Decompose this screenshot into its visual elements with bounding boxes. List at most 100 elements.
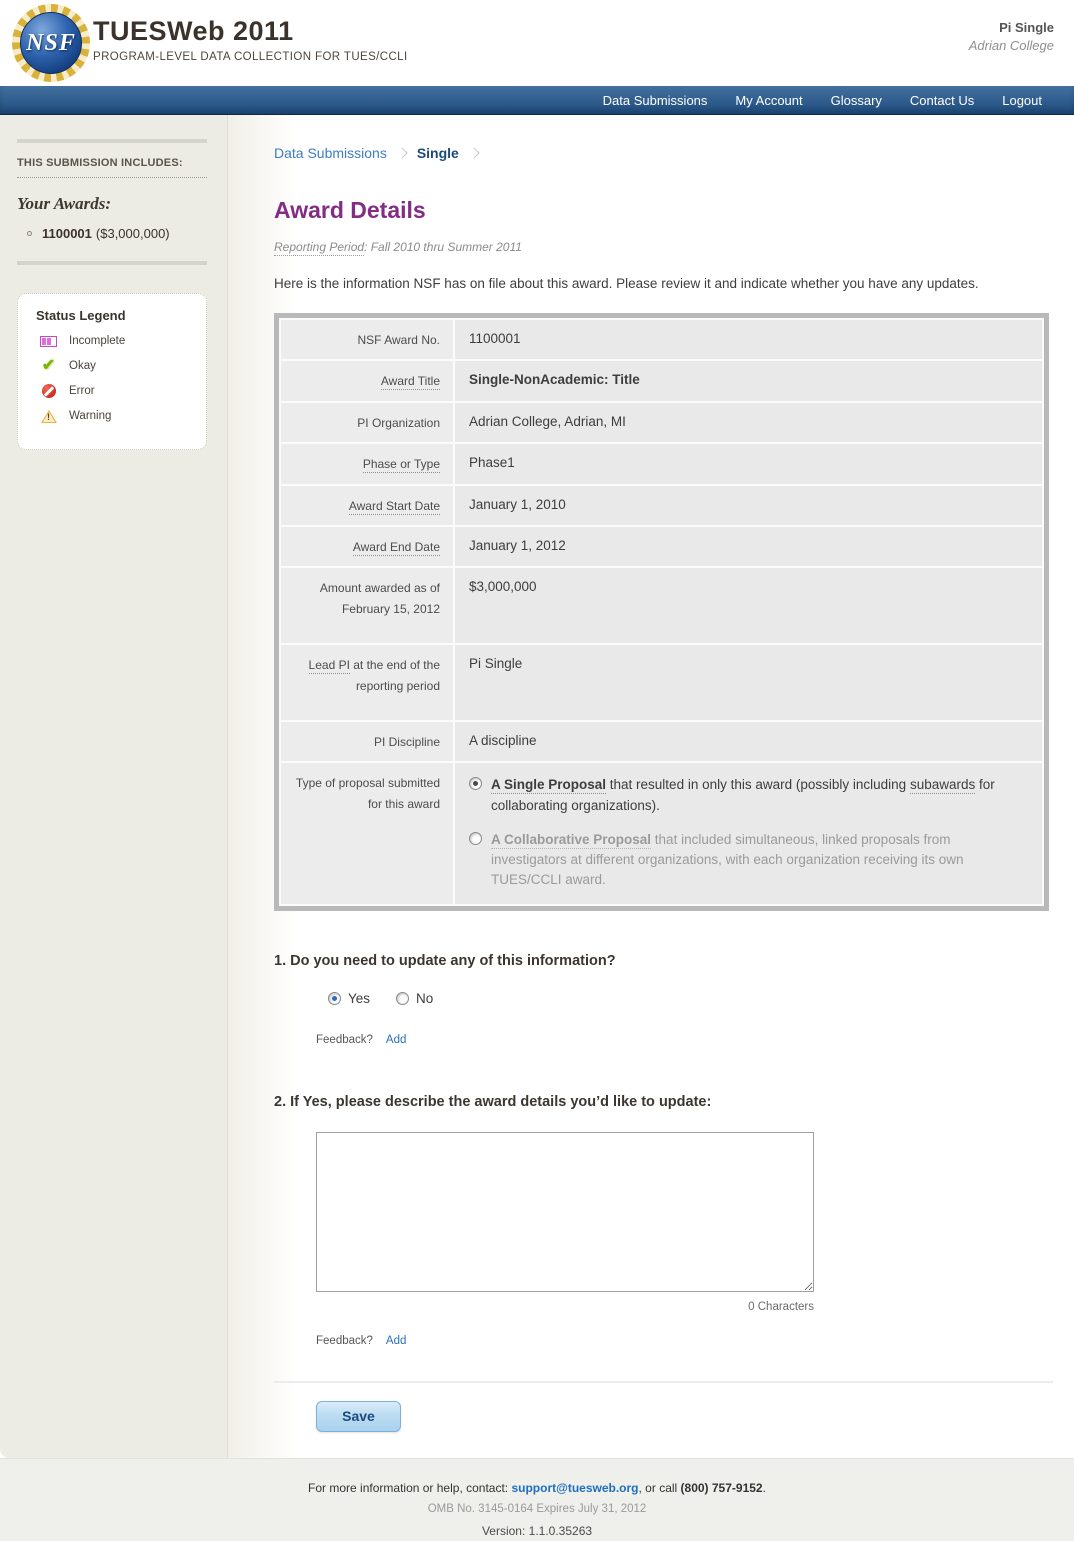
reporting-period-label: Reporting Period: [274, 240, 364, 256]
legend-label: Error: [69, 385, 95, 397]
nav-item-glossary[interactable]: Glossary: [817, 86, 896, 115]
legend-label: Incomplete: [69, 335, 125, 347]
nav-item-contact-us[interactable]: Contact Us: [896, 86, 988, 115]
breadcrumb: Data Submissions Single: [274, 145, 1053, 161]
subawards-term: subawards: [910, 777, 975, 794]
row-label: Type of proposal submitted for this awar…: [281, 763, 453, 903]
option-title: A Collaborative Proposal: [491, 832, 651, 849]
award-number[interactable]: 1100001: [42, 226, 92, 241]
incomplete-icon: [40, 333, 57, 349]
warning-icon: [40, 408, 57, 424]
section-divider: [274, 1381, 1053, 1383]
feedback-row: Feedback? Add: [316, 1034, 1053, 1046]
option-collaborative-proposal: A Collaborative Proposal that included s…: [469, 830, 1012, 891]
nsf-logo-globe: NSF: [20, 12, 82, 74]
legend-label: Okay: [69, 360, 96, 372]
footer-contact-line: For more information or help, contact: s…: [0, 1481, 1074, 1495]
table-row: Award End Date January 1, 2012: [281, 527, 1042, 566]
legend-label: Warning: [69, 410, 111, 422]
support-phone: (800) 757-9152: [681, 1481, 763, 1495]
table-row: Lead PI at the end of the reporting peri…: [281, 645, 1042, 720]
row-value: 1100001: [455, 320, 1042, 359]
legend-row-error: Error: [40, 383, 194, 399]
award-amount: ($3,000,000): [96, 226, 170, 241]
omb-line: OMB No. 3145-0164 Expires July 31, 2012: [0, 1503, 1074, 1515]
table-row: PI Organization Adrian College, Adrian, …: [281, 403, 1042, 442]
row-label: Lead PI at the end of the reporting peri…: [281, 645, 453, 720]
row-value: Phase1: [455, 444, 1042, 483]
submission-includes-heading: THIS SUBMISSION INCLUDES:: [17, 157, 207, 169]
feedback-row: Feedback? Add: [316, 1335, 1053, 1347]
dotted-divider: [17, 177, 207, 178]
row-value: A discipline: [455, 722, 1042, 761]
main-nav: Data Submissions My Account Glossary Con…: [0, 86, 1074, 115]
collaborative-proposal-radio[interactable]: [469, 832, 482, 845]
chevron-right-icon: [396, 147, 407, 158]
feedback-add-link[interactable]: Add: [386, 1335, 406, 1347]
status-legend: Status Legend Incomplete ✔ Okay Error Wa…: [17, 293, 207, 450]
nsf-logo: NSF: [12, 4, 90, 82]
legend-row-okay: ✔ Okay: [40, 358, 194, 374]
feedback-label: Feedback?: [316, 1335, 373, 1347]
row-value: Single-NonAcademic: Title: [455, 361, 1042, 400]
row-label: Award Start Date: [281, 486, 453, 525]
feedback-add-link[interactable]: Add: [386, 1034, 406, 1046]
page-title: Award Details: [274, 197, 1053, 224]
sidebar-divider-bar: [17, 139, 207, 143]
table-row: Award Start Date January 1, 2010: [281, 486, 1042, 525]
row-label: Award End Date: [281, 527, 453, 566]
table-row: Award Title Single-NonAcademic: Title: [281, 361, 1042, 400]
proposal-options: A Single Proposal that resulted in only …: [455, 763, 1042, 903]
version-line: Version: 1.1.0.35263: [0, 1524, 1074, 1538]
reporting-period: Reporting Period: Fall 2010 thru Summer …: [274, 240, 1053, 254]
no-radio[interactable]: [396, 992, 409, 1005]
row-label: PI Discipline: [281, 722, 453, 761]
table-row: PI Discipline A discipline: [281, 722, 1042, 761]
status-legend-title: Status Legend: [36, 308, 194, 323]
nav-item-my-account[interactable]: My Account: [721, 86, 816, 115]
character-count: 0 Characters: [316, 1301, 814, 1313]
option-single-proposal: A Single Proposal that resulted in only …: [469, 775, 1012, 816]
error-icon: [40, 383, 57, 399]
page-footer: For more information or help, contact: s…: [0, 1458, 1074, 1541]
sidebar-award-item[interactable]: 1100001 ($3,000,000): [27, 226, 207, 241]
bullet-icon: [27, 231, 32, 236]
table-row: Amount awarded as of February 15, 2012 $…: [281, 568, 1042, 643]
no-label[interactable]: No: [416, 991, 433, 1006]
user-info: Pi Single Adrian College: [969, 20, 1054, 53]
update-description-textarea[interactable]: [316, 1132, 814, 1292]
question-1-heading: 1. Do you need to update any of this inf…: [274, 953, 1053, 969]
app-subtitle: PROGRAM-LEVEL DATA COLLECTION FOR TUES/C…: [93, 51, 408, 63]
main-panel: Data Submissions Single Award Details Re…: [228, 115, 1074, 1458]
breadcrumb-data-submissions[interactable]: Data Submissions: [274, 145, 387, 161]
sidebar-divider-bar: [17, 261, 207, 265]
nsf-logo-text: NSF: [26, 30, 76, 57]
yes-radio[interactable]: [328, 992, 341, 1005]
save-button[interactable]: Save: [316, 1401, 401, 1432]
nav-item-data-submissions[interactable]: Data Submissions: [589, 86, 722, 115]
nav-item-logout[interactable]: Logout: [988, 86, 1056, 115]
legend-row-incomplete: Incomplete: [40, 333, 194, 349]
app-header: NSF TUESWeb 2011 PROGRAM-LEVEL DATA COLL…: [0, 0, 1074, 86]
chevron-right-icon: [468, 147, 479, 158]
okay-icon: ✔: [40, 358, 57, 374]
app-titles: TUESWeb 2011 PROGRAM-LEVEL DATA COLLECTI…: [93, 16, 408, 63]
question-1-radio-group: Yes No: [328, 991, 1053, 1006]
feedback-label: Feedback?: [316, 1034, 373, 1046]
save-row: Save: [316, 1401, 1053, 1458]
page: NSF TUESWeb 2011 PROGRAM-LEVEL DATA COLL…: [0, 0, 1074, 1541]
single-proposal-radio[interactable]: [469, 777, 482, 790]
yes-label[interactable]: Yes: [348, 991, 370, 1006]
user-organization: Adrian College: [969, 38, 1054, 53]
user-name: Pi Single: [969, 20, 1054, 35]
question-2-heading: 2. If Yes, please describe the award det…: [274, 1094, 1053, 1110]
row-value: January 1, 2010: [455, 486, 1042, 525]
award-details-table: NSF Award No. 1100001 Award Title Single…: [274, 313, 1049, 911]
table-row: Phase or Type Phase1: [281, 444, 1042, 483]
support-email-link[interactable]: support@tuesweb.org: [511, 1481, 638, 1495]
app-title: TUESWeb 2011: [93, 16, 408, 47]
reporting-period-value: : Fall 2010 thru Summer 2011: [364, 240, 522, 254]
content-area: THIS SUBMISSION INCLUDES: Your Awards: 1…: [0, 115, 1074, 1458]
row-value: January 1, 2012: [455, 527, 1042, 566]
row-label: Award Title: [281, 361, 453, 400]
